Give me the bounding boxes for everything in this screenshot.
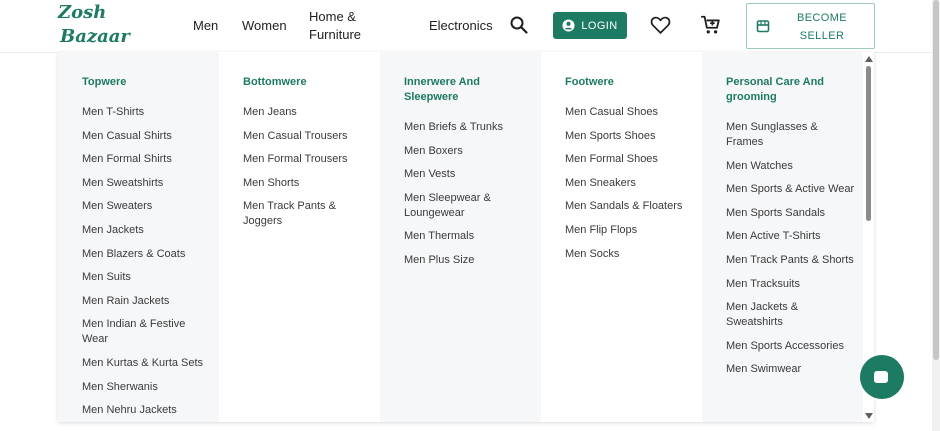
nav-men[interactable]: Men [193,17,218,35]
chat-button[interactable] [860,355,904,399]
heart-icon[interactable] [650,15,671,35]
page-scrollbar[interactable] [932,0,940,431]
menu-item[interactable]: Men Casual Shoes [565,105,695,120]
menu-item[interactable]: Men Thermals [404,229,534,244]
scrollbar-thumb[interactable] [866,66,871,221]
menu-item[interactable]: Men Active T-Shirts [726,229,856,244]
search-icon[interactable] [509,15,529,35]
menu-item[interactable]: Men Sherwanis [82,380,212,395]
nav-home-line-2: Furniture [309,27,362,42]
menu-item[interactable]: Men Kurtas & Kurta Sets [82,356,212,371]
menu-item[interactable]: Men Track Pants & Shorts [726,253,856,268]
menu-item[interactable]: Men Jackets & Sweatshirts [726,300,856,330]
logo-line-2: Bazaar [60,26,130,47]
nav-women[interactable]: Women [242,17,287,35]
menu-item[interactable]: Men Sandals & Floaters [565,199,695,214]
menu-item[interactable]: Men Blazers & Coats [82,247,212,262]
logo[interactable]: Zosh Bazaar [58,2,130,48]
nav-electronics[interactable]: Electronics [429,17,493,35]
become-seller-button[interactable]: BECOME SELLER [746,3,875,49]
menu-item[interactable]: Men Casual Trousers [243,129,373,144]
chat-icon [874,371,888,383]
menu-item[interactable]: Men Suits [82,270,212,285]
menu-item[interactable]: Men Jackets [82,223,212,238]
menu-item[interactable]: Men Rain Jackets [82,294,212,309]
site-header: Zosh Bazaar Men Women Home & Furniture E… [0,0,940,53]
menu-column-bottomwere: Bottomwere Men Jeans Men Casual Trousers M… [219,52,380,422]
scroll-up-arrow-icon[interactable] [865,56,873,62]
mega-menu: Topwere Men T-Shirts Men Casual Shirts Men… [58,52,874,422]
menu-item[interactable]: Men Sports Accessories [726,339,856,354]
column-list: Men Casual Shoes Men Sports Shoes Men Form… [565,105,695,270]
store-icon [756,20,770,33]
menu-item[interactable]: Men Track Pants & Joggers [243,199,373,229]
menu-item[interactable]: Men Swimwear [726,362,856,377]
menu-item[interactable]: Men Sports Sandals [726,206,856,221]
menu-item[interactable]: Men Boxers [404,144,534,159]
menu-item[interactable]: Men Formal Shirts [82,152,212,167]
page-scrollbar-thumb[interactable] [933,0,939,360]
menu-item[interactable]: Men Sweaters [82,199,212,214]
menu-item[interactable]: Men T-Shirts [82,105,212,120]
column-list: Men Jeans Men Casual Trousers Men Formal T… [243,105,373,238]
menu-item[interactable]: Men Sweatshirts [82,176,212,191]
column-list: Men T-Shirts Men Casual Shirts Men Formal … [82,105,212,422]
menu-column-footwere: Footwere Men Casual Shoes Men Sports Shoe… [541,52,702,422]
column-title[interactable]: Footwere [565,75,695,90]
column-title[interactable]: Personal Care And grooming [726,75,856,105]
menu-item[interactable]: Men Flip Flops [565,223,695,238]
scroll-down-arrow-icon[interactable] [865,413,873,419]
menu-item[interactable]: Men Nehru Jackets [82,403,212,418]
column-list: Men Sunglasses & Frames Men Watches Men Sp… [726,120,856,386]
menu-item[interactable]: Men Socks [565,247,695,262]
menu-item[interactable]: Men Plus Size [404,253,534,268]
nav-home-line-1: Home & [309,9,356,24]
logo-line-1: Zosh [58,2,107,23]
login-label: LOGIN [581,19,618,32]
menu-item[interactable]: Men Sports & Active Wear [726,182,856,197]
menu-item[interactable]: Men Tracksuits [726,277,856,292]
menu-item[interactable]: Men Formal Trousers [243,152,373,167]
column-title[interactable]: Innerwere And Sleepwere [404,75,534,105]
menu-item[interactable]: Men Indian & Festive Wear [82,317,212,347]
menu-item[interactable]: Men Vests [404,167,534,182]
cart-icon[interactable] [700,14,722,36]
menu-item[interactable]: Men Shorts [243,176,373,191]
menu-item[interactable]: Men Briefs & Trunks [404,120,534,135]
user-icon [562,19,575,32]
menu-column-innerwere: Innerwere And Sleepwere Men Briefs & Tru… [380,52,541,422]
menu-column-personal-care: Personal Care And grooming Men Sunglasse… [702,52,863,422]
menu-item[interactable]: Men Casual Shirts [82,129,212,144]
column-list: Men Briefs & Trunks Men Boxers Men Vests Me… [404,120,534,277]
column-title[interactable]: Topwere [82,75,212,90]
seller-line-1: BECOME [796,12,848,24]
login-button[interactable]: LOGIN [553,12,627,39]
menu-item[interactable]: Men Sunglasses & Frames [726,120,856,150]
menu-item[interactable]: Men Watches [726,159,856,174]
seller-line-2: SELLER [799,30,845,42]
menu-item[interactable]: Men Sneakers [565,176,695,191]
menu-item[interactable]: Men Formal Shoes [565,152,695,167]
become-seller-label: BECOME SELLER [777,9,867,45]
menu-item[interactable]: Men Sports Shoes [565,129,695,144]
nav-home-furniture[interactable]: Home & Furniture [309,8,361,44]
menu-item[interactable]: Men Jeans [243,105,373,120]
menu-column-topwere: Topwere Men T-Shirts Men Casual Shirts Men… [58,52,219,422]
menu-item[interactable]: Men Sleepwear & Loungewear [404,191,534,221]
column-title[interactable]: Bottomwere [243,75,373,90]
